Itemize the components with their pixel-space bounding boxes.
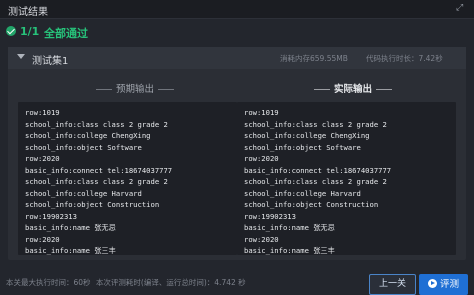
- output-line: row:2020: [25, 234, 60, 244]
- window-title: 测试结果: [8, 7, 48, 18]
- output-line: school_info:object Software: [244, 142, 361, 152]
- check-circle-icon: [6, 26, 16, 36]
- output-line: basic_info:name 张无忌: [244, 223, 335, 232]
- output-line: basic_info:name 张三丰: [244, 246, 335, 255]
- previous-level-button[interactable]: 上一关: [369, 274, 416, 295]
- test-case-name: 测试集1: [32, 56, 69, 67]
- max-execution-time: 本关最大执行时间：60秒: [6, 278, 91, 287]
- test-case-panel: 测试集1 消耗内存659.55MB 代码执行时长：7.42秒 预期输出 实际输出…: [8, 47, 466, 260]
- output-line: basic_info:connect tel:18674037777: [25, 165, 173, 175]
- timing-info: 本关最大执行时间：60秒 本次评测耗时(编译、运行总时间)：4.742 秒: [6, 277, 249, 288]
- evaluate-button-label: 评测: [439, 279, 459, 290]
- output-line: row:19902313: [244, 211, 296, 221]
- output-line: row:19902313: [25, 211, 77, 221]
- output-line: school_info:college ChengXing: [244, 131, 370, 140]
- output-line: school_info:object Software: [25, 142, 142, 152]
- test-case-header[interactable]: 测试集1 消耗内存659.55MB 代码执行时长：7.42秒: [8, 47, 466, 69]
- output-line: school_info:object Construction: [244, 200, 379, 209]
- output-line: row:2020: [244, 154, 279, 163]
- output-line: school_info:class class 2 grade 2: [25, 119, 168, 129]
- execution-time: 代码执行时长：7.42秒: [366, 54, 443, 63]
- output-line: school_info:class class 2 grade 2: [244, 177, 387, 186]
- expected-output-heading: 预期输出: [92, 81, 178, 95]
- expected-output-lines: row:1019 school_info:class class 2 grade …: [25, 107, 172, 255]
- output-line: school_info:college ChengXing: [25, 131, 151, 140]
- pass-status: 全部通过: [44, 27, 88, 40]
- expand-icon[interactable]: ⤢: [456, 3, 466, 13]
- actual-output-lines: row:1019 school_info:class class 2 grade …: [244, 107, 391, 255]
- memory-usage: 消耗内存659.55MB: [280, 54, 348, 63]
- output-line: school_info:college Harvard: [25, 188, 142, 198]
- actual-output-heading: 实际输出: [310, 81, 396, 95]
- chevron-down-icon[interactable]: [17, 54, 25, 59]
- output-line: row:1019: [244, 108, 279, 117]
- output-line: school_info:object Construction: [25, 200, 160, 209]
- this-evaluation-time: 本次评测耗时(编译、运行总时间)：4.742 秒: [95, 278, 246, 287]
- evaluate-button[interactable]: 评测: [419, 274, 468, 295]
- pass-count: 1/1: [20, 25, 40, 38]
- output-line: row:1019: [25, 108, 60, 117]
- output-line: school_info:class class 2 grade 2: [25, 177, 168, 186]
- output-line: basic_info:name 张三丰: [25, 246, 116, 255]
- output-line: basic_info:connect tel:18674037777: [244, 165, 392, 175]
- output-line: school_info:class class 2 grade 2: [244, 119, 387, 129]
- expected-output-box: row:1019 school_info:class class 2 grade …: [18, 102, 237, 255]
- output-line: row:2020: [244, 234, 279, 244]
- output-line: school_info:college Harvard: [244, 188, 361, 198]
- title-bar: 测试结果 ⤢: [0, 0, 474, 19]
- output-line: row:2020: [25, 154, 60, 163]
- result-summary: 1/1 全部通过: [0, 20, 474, 44]
- play-icon: [427, 279, 437, 288]
- footer-bar: 本关最大执行时间：60秒 本次评测耗时(编译、运行总时间)：4.742 秒 上一…: [0, 266, 474, 295]
- output-line: basic_info:name 张无忌: [25, 223, 116, 232]
- actual-output-box: row:1019 school_info:class class 2 grade …: [237, 102, 456, 255]
